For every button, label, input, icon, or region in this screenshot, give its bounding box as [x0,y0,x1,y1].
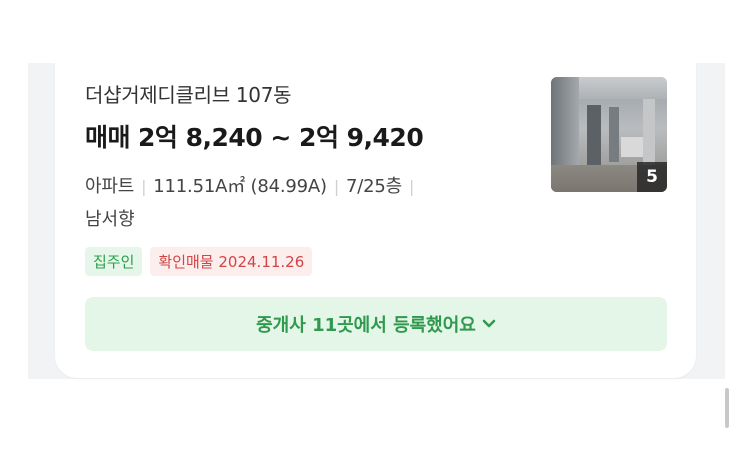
photo-count-badge: 5 [637,162,667,192]
photo-pillar [643,99,655,169]
property-floor: 7/25층 [346,176,402,197]
listing-title: 더샵거제디클리브 107동 [85,83,292,107]
divider: | [333,177,340,196]
page: 더샵거제디클리브 107동 매매 2억 8,240 ~ 2억 9,420 아파트 |… [0,0,750,450]
listing-photo-thumbnail[interactable]: 5 [551,77,667,192]
price-range: 2억 8,240 ~ 2억 9,420 [138,123,424,152]
verified-badge: 확인매물 2024.11.26 [150,247,313,276]
deal-type: 매매 [85,123,131,152]
badge-row: 집주인 확인매물 2024.11.26 [85,247,313,276]
property-info: 아파트 | 111.51A㎡ (84.99A) | 7/25층 | [85,172,421,198]
agents-list-button[interactable]: 중개사 11곳에서 등록했어요 [85,297,667,351]
property-type: 아파트 [85,176,135,197]
photo-door [587,105,601,165]
owner-badge: 집주인 [85,247,143,276]
property-area: 111.51A㎡ (84.99A) [153,176,327,197]
chevron-down-icon [482,319,496,329]
scrollbar[interactable] [725,388,729,428]
photo-door [609,107,619,162]
listing-price: 매매 2억 8,240 ~ 2억 9,420 [85,118,424,154]
divider: | [141,177,147,196]
listing-card[interactable]: 더샵거제디클리브 107동 매매 2억 8,240 ~ 2억 9,420 아파트 |… [55,63,696,378]
divider: | [409,177,415,196]
agents-button-label: 중개사 11곳에서 등록했어요 [256,315,476,336]
property-direction: 남서향 [85,209,135,230]
